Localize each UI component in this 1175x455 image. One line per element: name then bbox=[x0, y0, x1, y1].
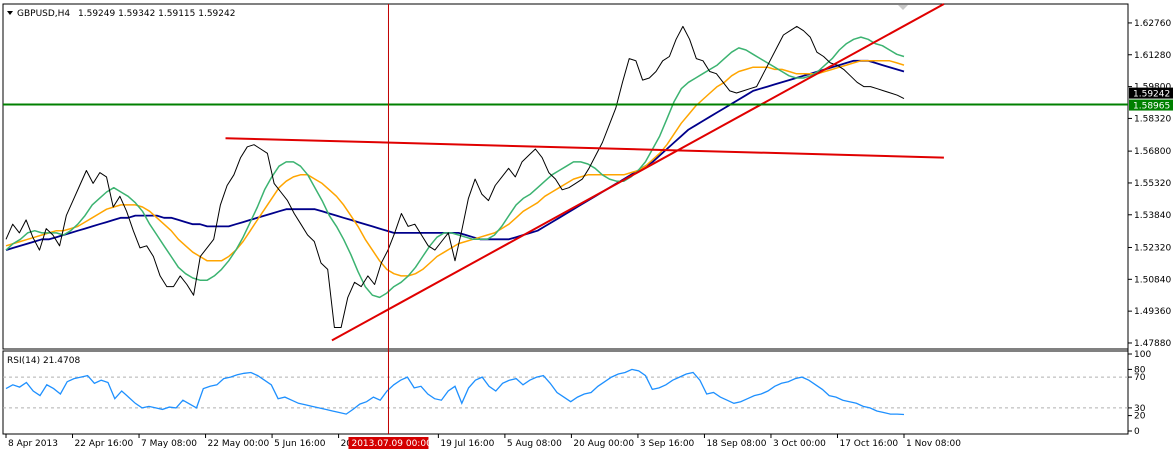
symbol-label: GBPUSD,H4 bbox=[17, 9, 70, 19]
support-price-tag: 1.58965 bbox=[1129, 99, 1173, 112]
main-pane bbox=[2, 3, 1129, 350]
price-tick-label: 1.47880 bbox=[1134, 339, 1171, 349]
crosshair-time-tag: 2013.07.09 00:00 bbox=[348, 437, 432, 449]
time-axis-ticks: 8 Apr 2013 22 Apr 16:00 7 May 08:00 22 May … bbox=[5, 434, 961, 449]
price-tick-label: 1.53840 bbox=[1134, 211, 1171, 221]
price-tick-label: 1.58320 bbox=[1134, 114, 1171, 124]
time-tick-label: 3 Oct 00:00 bbox=[773, 439, 826, 449]
time-tick-label: 22 May 00:00 bbox=[208, 439, 270, 449]
svg-text:1.59242: 1.59242 bbox=[1133, 90, 1170, 100]
time-tick-label: 5 Aug 08:00 bbox=[507, 439, 562, 449]
svg-text:2013.07.09 00:00: 2013.07.09 00:00 bbox=[351, 439, 432, 449]
ohlc-label: 1.59249 1.59342 1.59115 1.59242 bbox=[78, 9, 235, 19]
time-tick-label: 5 Jun 16:00 bbox=[274, 439, 326, 449]
time-tick-label: 17 Oct 16:00 bbox=[839, 439, 898, 449]
chart-svg: 1.627601.612801.598001.583201.568001.553… bbox=[2, 3, 1173, 449]
time-tick-label: 1 Nov 08:00 bbox=[906, 439, 961, 449]
time-tick-label: 3 Sep 16:00 bbox=[640, 439, 695, 449]
price-tick-label: 1.55320 bbox=[1134, 179, 1171, 189]
rsi-tick-label: 70 bbox=[1134, 373, 1146, 383]
svg-text:1.58965: 1.58965 bbox=[1133, 102, 1170, 112]
time-tick-label: 8 Apr 2013 bbox=[8, 439, 58, 449]
rsi-tick-label: 0 bbox=[1134, 427, 1140, 437]
price-tick-label: 1.50840 bbox=[1134, 275, 1171, 285]
price-tick-label: 1.49360 bbox=[1134, 307, 1171, 317]
price-tick-label: 1.61280 bbox=[1134, 51, 1171, 61]
current-price-tag: 1.59242 bbox=[1129, 87, 1173, 100]
rsi-label: RSI(14) 21.4708 bbox=[7, 356, 80, 366]
time-tick-label: 7 May 08:00 bbox=[141, 439, 197, 449]
price-tick-label: 1.62760 bbox=[1134, 19, 1171, 29]
rsi-pane bbox=[2, 350, 1129, 435]
time-tick-label: 18 Sep 08:00 bbox=[706, 439, 766, 449]
rsi-tick-label: 100 bbox=[1134, 350, 1151, 360]
time-tick-label: 20 Aug 00:00 bbox=[573, 439, 634, 449]
price-tick-label: 1.52320 bbox=[1134, 243, 1171, 253]
price-tick-label: 1.56800 bbox=[1134, 147, 1171, 157]
time-tick-label: 19 Jul 16:00 bbox=[440, 439, 494, 449]
rsi-axis-ticks: 100807030200 bbox=[1128, 350, 1151, 437]
time-tick-label: 22 Apr 16:00 bbox=[75, 439, 134, 449]
rsi-tick-label: 20 bbox=[1134, 412, 1146, 422]
price-axis-ticks: 1.627601.612801.598001.583201.568001.553… bbox=[1128, 19, 1171, 349]
